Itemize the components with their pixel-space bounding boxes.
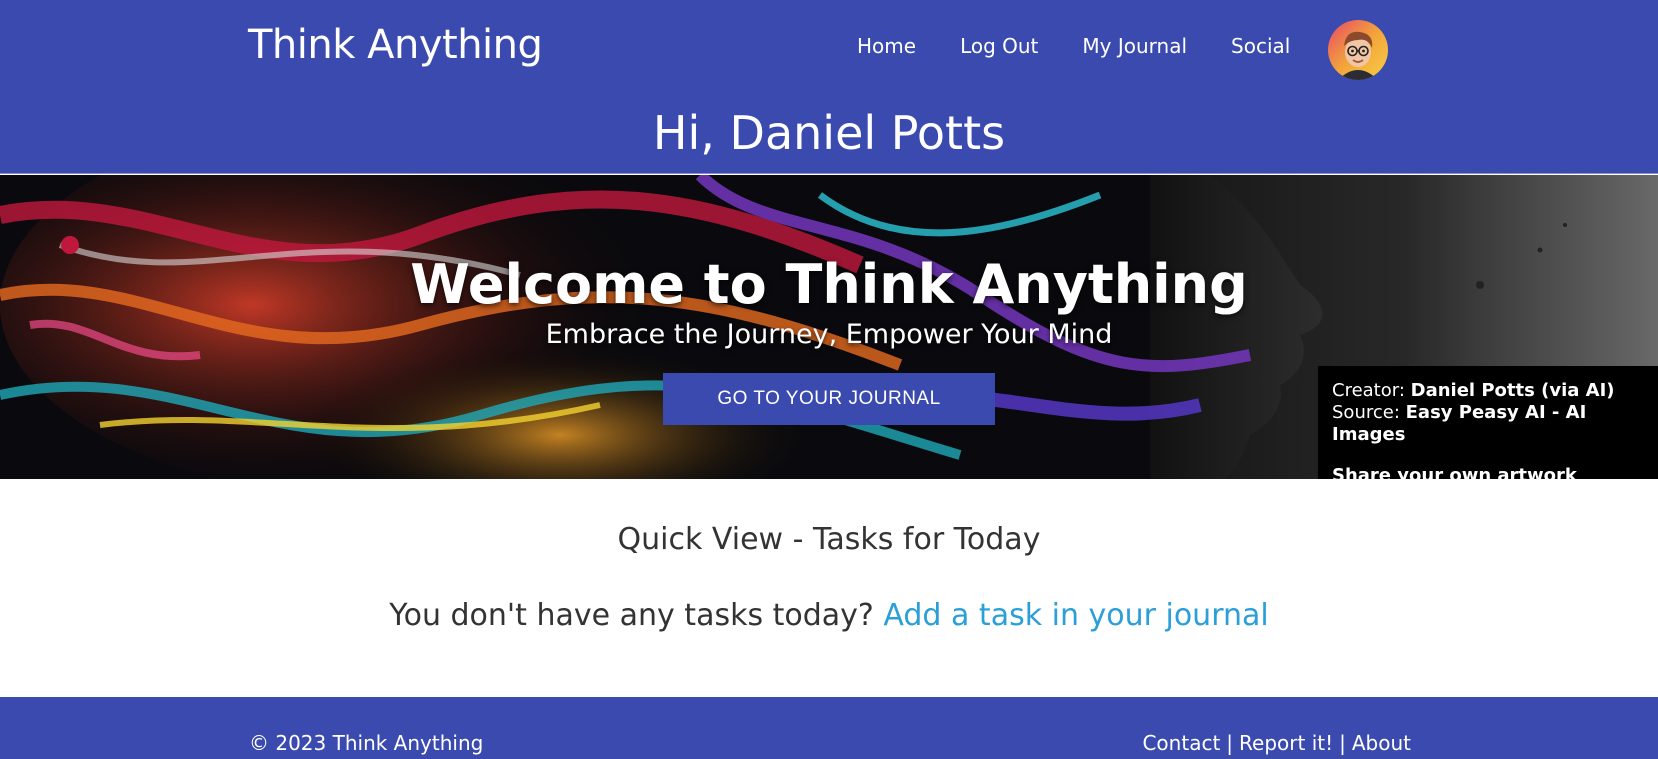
go-to-journal-button[interactable]: GO TO YOUR JOURNAL bbox=[663, 373, 995, 425]
creator-label: Creator: bbox=[1332, 380, 1405, 401]
main-nav: Home Log Out My Journal Social bbox=[857, 34, 1334, 58]
tasks-empty-text: You don't have any tasks today? bbox=[389, 598, 874, 633]
hero-subtitle: Embrace the Journey, Empower Your Mind bbox=[545, 319, 1113, 350]
footer-separator: | bbox=[1226, 731, 1234, 755]
site-brand[interactable]: Think Anything bbox=[248, 22, 543, 68]
footer-links: Contact | Report it! | About bbox=[1142, 731, 1411, 755]
source-label: Source: bbox=[1332, 402, 1400, 423]
quick-view-title: Quick View - Tasks for Today bbox=[617, 522, 1041, 557]
user-avatar[interactable] bbox=[1328, 20, 1388, 80]
avatar-image bbox=[1328, 20, 1388, 80]
footer-about-link[interactable]: About bbox=[1352, 731, 1411, 755]
site-footer: © 2023 Think Anything Contact | Report it!… bbox=[0, 697, 1658, 759]
footer-report-link[interactable]: Report it! bbox=[1239, 731, 1333, 755]
user-greeting: Hi, Daniel Potts bbox=[652, 106, 1006, 160]
creator-name: Daniel Potts (via AI) bbox=[1410, 380, 1615, 401]
hero-title: Welcome to Think Anything bbox=[410, 253, 1248, 316]
nav-journal-link[interactable]: My Journal bbox=[1082, 34, 1187, 58]
footer-contact-link[interactable]: Contact bbox=[1142, 731, 1220, 755]
hero-banner: Welcome to Think Anything Embrace the Jo… bbox=[0, 175, 1658, 479]
site-header: Think Anything Home Log Out My Journal S… bbox=[0, 0, 1658, 174]
tasks-empty-message: You don't have any tasks today? Add a ta… bbox=[0, 598, 1658, 633]
add-task-link[interactable]: Add a task in your journal bbox=[883, 598, 1268, 633]
nav-social-link[interactable]: Social bbox=[1231, 34, 1290, 58]
source-line: Source: Easy Peasy AI - AI Images bbox=[1332, 402, 1644, 446]
artwork-credit: Creator: Daniel Potts (via AI) Source: E… bbox=[1318, 366, 1658, 479]
nav-logout-link[interactable]: Log Out bbox=[960, 34, 1038, 58]
footer-separator: | bbox=[1339, 731, 1346, 755]
nav-home-link[interactable]: Home bbox=[857, 34, 916, 58]
creator-line: Creator: Daniel Potts (via AI) bbox=[1332, 380, 1644, 402]
share-artwork-link[interactable]: Share your own artwork bbox=[1332, 465, 1644, 479]
footer-copyright: © 2023 Think Anything bbox=[249, 731, 484, 755]
